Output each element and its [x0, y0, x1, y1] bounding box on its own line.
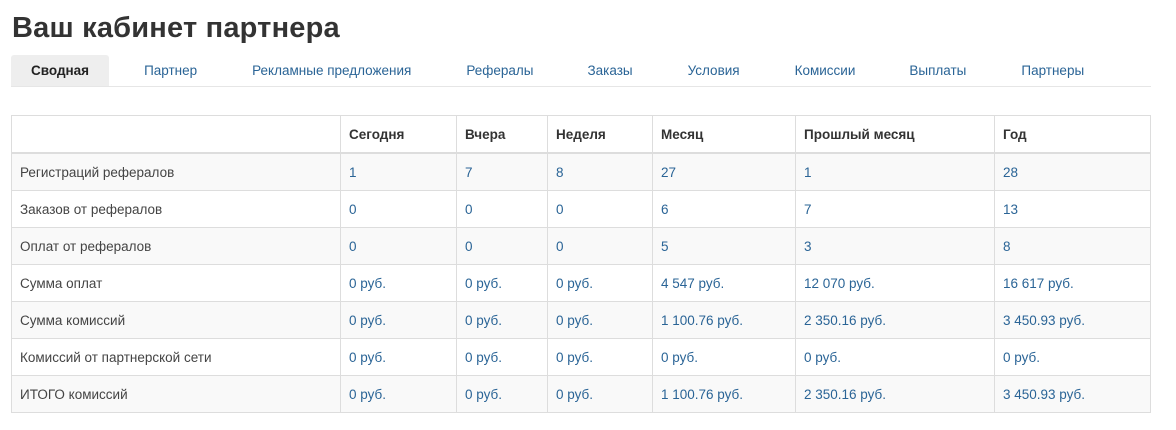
header-today: Сегодня: [340, 115, 457, 154]
cell-link[interactable]: 0: [456, 190, 548, 228]
cell-link[interactable]: 0 руб.: [340, 375, 457, 413]
row-label: Регистраций рефералов: [11, 152, 341, 191]
table-row: Оплат от рефералов 0 0 0 5 3 8: [11, 227, 1151, 265]
row-label: ИТОГО комиссий: [11, 375, 341, 413]
tab-terms[interactable]: Условия: [660, 55, 767, 86]
summary-stats-table: Сегодня Вчера Неделя Месяц Прошлый месяц…: [11, 115, 1151, 413]
cell-link[interactable]: 0: [456, 227, 548, 265]
tab-orders[interactable]: Заказы: [560, 55, 659, 86]
header-year: Год: [994, 115, 1151, 154]
row-label: Комиссий от партнерской сети: [11, 338, 341, 376]
table-row: Сумма оплат 0 руб. 0 руб. 0 руб. 4 547 р…: [11, 264, 1151, 302]
cell-link[interactable]: 0 руб.: [456, 264, 548, 302]
tab-ad-offers[interactable]: Рекламные предложения: [225, 55, 438, 86]
cell-link[interactable]: 5: [652, 227, 796, 265]
cell-link[interactable]: 0 руб.: [547, 264, 653, 302]
cell-link[interactable]: 7: [456, 152, 548, 191]
cell-link[interactable]: 0 руб.: [340, 264, 457, 302]
cell-link[interactable]: 16 617 руб.: [994, 264, 1151, 302]
tab-commissions[interactable]: Комиссии: [767, 55, 883, 86]
table-row: ИТОГО комиссий 0 руб. 0 руб. 0 руб. 1 10…: [11, 375, 1151, 413]
cell-link[interactable]: 0 руб.: [547, 338, 653, 376]
cell-link[interactable]: 0 руб.: [456, 338, 548, 376]
cell-link[interactable]: 0: [340, 190, 457, 228]
cell-link[interactable]: 1: [795, 152, 995, 191]
table-row: Заказов от рефералов 0 0 0 6 7 13: [11, 190, 1151, 228]
partner-cabinet-page: Ваш кабинет партнера Сводная Партнер Рек…: [0, 0, 1176, 430]
cell-link[interactable]: 0 руб.: [456, 301, 548, 339]
cell-link[interactable]: 13: [994, 190, 1151, 228]
table-header-row: Сегодня Вчера Неделя Месяц Прошлый месяц…: [11, 115, 1151, 154]
cell-link[interactable]: 28: [994, 152, 1151, 191]
cell-link[interactable]: 0 руб.: [340, 301, 457, 339]
cell-link[interactable]: 7: [795, 190, 995, 228]
row-label: Сумма комиссий: [11, 301, 341, 339]
cell-link[interactable]: 1: [340, 152, 457, 191]
row-label: Сумма оплат: [11, 264, 341, 302]
row-label: Заказов от рефералов: [11, 190, 341, 228]
cell-link[interactable]: 1 100.76 руб.: [652, 375, 796, 413]
header-week: Неделя: [547, 115, 653, 154]
cell-link[interactable]: 0 руб.: [994, 338, 1151, 376]
table-row: Сумма комиссий 0 руб. 0 руб. 0 руб. 1 10…: [11, 301, 1151, 339]
cell-link[interactable]: 3: [795, 227, 995, 265]
header-yesterday: Вчера: [456, 115, 548, 154]
tab-summary[interactable]: Сводная: [11, 55, 110, 86]
tab-partners[interactable]: Партнеры: [993, 55, 1104, 86]
header-last-month: Прошлый месяц: [795, 115, 995, 154]
cell-link[interactable]: 0: [547, 190, 653, 228]
cell-link[interactable]: 3 450.93 руб.: [994, 375, 1151, 413]
cell-link[interactable]: 3 450.93 руб.: [994, 301, 1151, 339]
cell-link[interactable]: 27: [652, 152, 796, 191]
cell-link[interactable]: 2 350.16 руб.: [795, 375, 995, 413]
cell-link[interactable]: 2 350.16 руб.: [795, 301, 995, 339]
cell-link[interactable]: 0 руб.: [795, 338, 995, 376]
cell-link[interactable]: 0 руб.: [340, 338, 457, 376]
tab-referrals[interactable]: Рефералы: [438, 55, 560, 86]
cell-link[interactable]: 8: [547, 152, 653, 191]
cell-link[interactable]: 0 руб.: [456, 375, 548, 413]
cell-link[interactable]: 8: [994, 227, 1151, 265]
page-title: Ваш кабинет партнера: [12, 12, 340, 44]
table-row: Регистраций рефералов 1 7 8 27 1 28: [11, 152, 1151, 191]
cell-link[interactable]: 12 070 руб.: [795, 264, 995, 302]
cell-link[interactable]: 1 100.76 руб.: [652, 301, 796, 339]
header-month: Месяц: [652, 115, 796, 154]
table-row: Комиссий от партнерской сети 0 руб. 0 ру…: [11, 338, 1151, 376]
cell-link[interactable]: 0: [340, 227, 457, 265]
cell-link[interactable]: 6: [652, 190, 796, 228]
cell-link[interactable]: 4 547 руб.: [652, 264, 796, 302]
cell-link[interactable]: 0: [547, 227, 653, 265]
tabs-nav: Сводная Партнер Рекламные предложения Ре…: [11, 55, 1151, 87]
row-label: Оплат от рефералов: [11, 227, 341, 265]
cell-link[interactable]: 0 руб.: [652, 338, 796, 376]
tab-partner[interactable]: Партнер: [109, 55, 225, 86]
tab-payouts[interactable]: Выплаты: [882, 55, 993, 86]
header-empty: [11, 115, 341, 154]
cell-link[interactable]: 0 руб.: [547, 375, 653, 413]
cell-link[interactable]: 0 руб.: [547, 301, 653, 339]
